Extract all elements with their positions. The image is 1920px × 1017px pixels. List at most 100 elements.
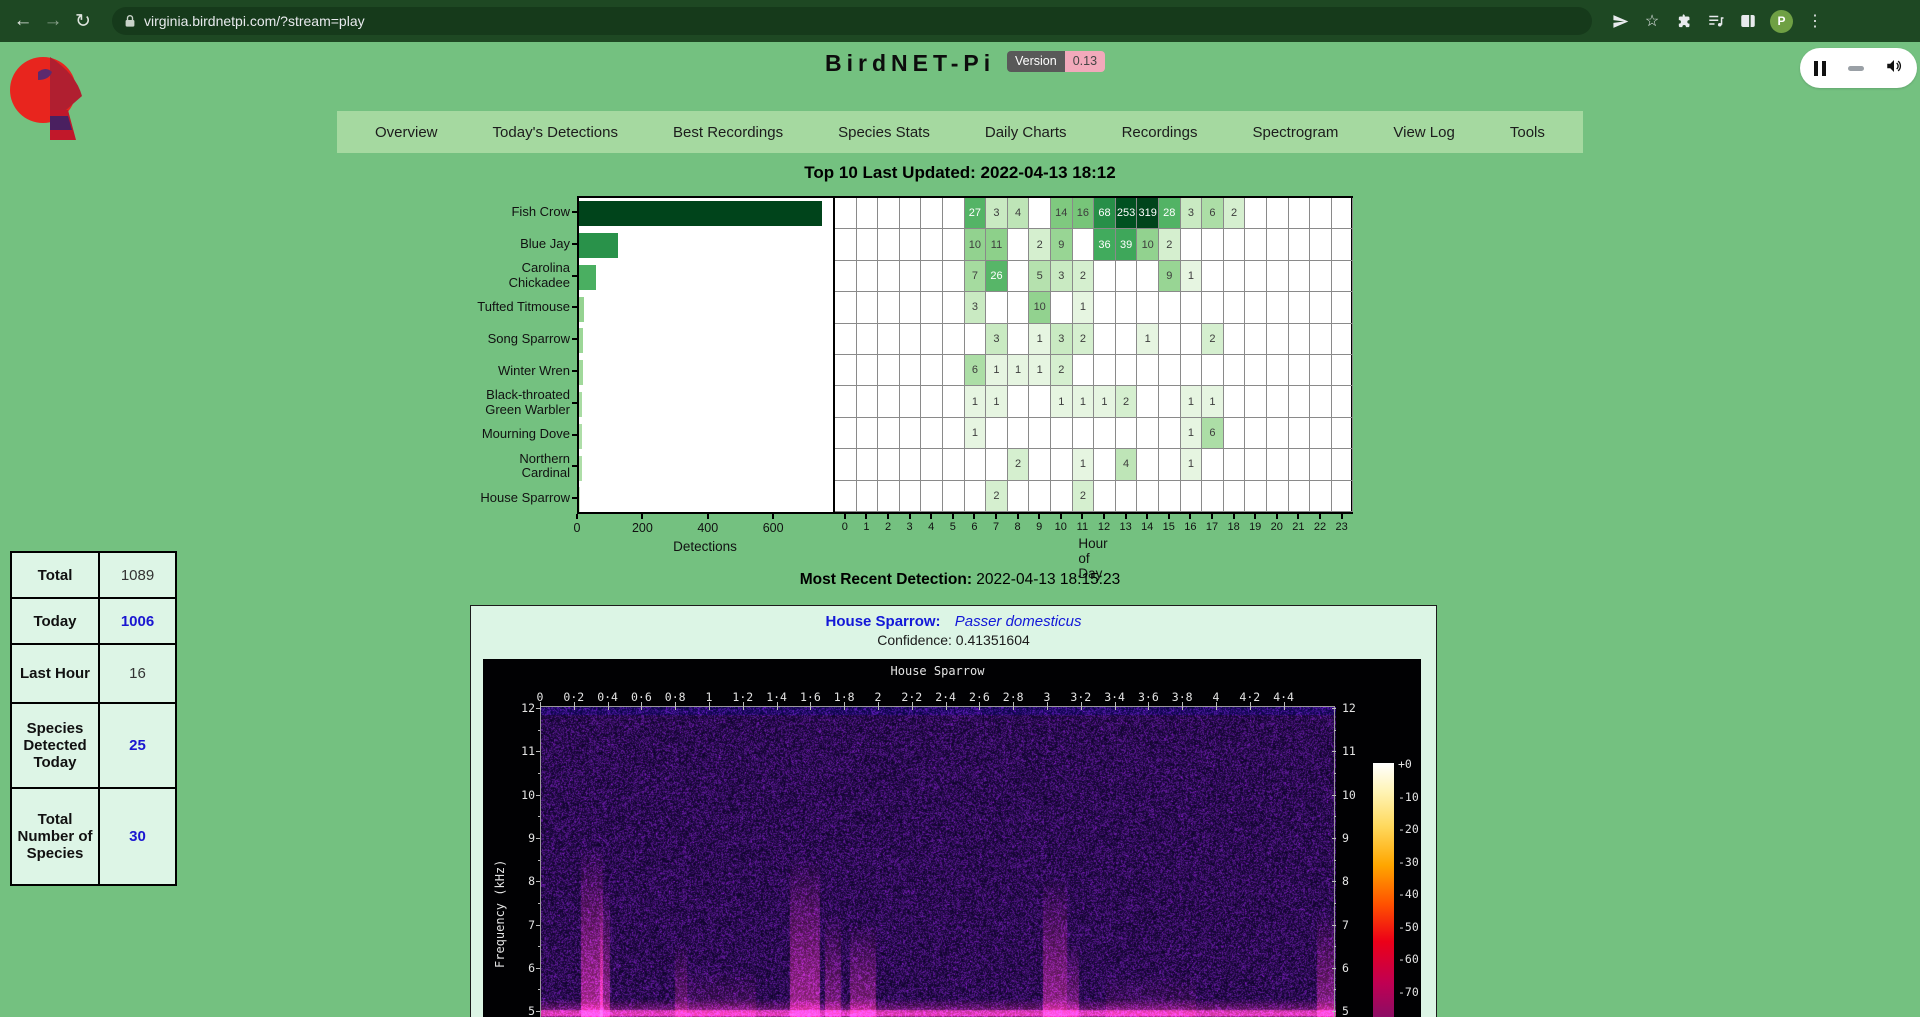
seek-slider[interactable] xyxy=(1848,66,1864,71)
heatmap-cell xyxy=(921,229,943,260)
heatmap-cell xyxy=(835,449,857,480)
heatmap-cell xyxy=(835,324,857,355)
stats-value-link[interactable]: 30 xyxy=(99,788,176,885)
spectrogram-freq-ticklabel-right: 5 xyxy=(1342,1004,1349,1017)
spectrogram-freq-tick xyxy=(536,968,540,969)
heatmap-cell xyxy=(965,481,987,512)
heatmap-cell: 3 xyxy=(986,324,1008,355)
spectrogram-freq-minortick xyxy=(1334,773,1336,774)
nav-item-recordings[interactable]: Recordings xyxy=(1122,124,1198,141)
spectrogram-time-tick xyxy=(743,702,744,710)
bar-axis-ticklabel: 200 xyxy=(632,521,653,535)
speaker-icon[interactable] xyxy=(1885,57,1903,80)
heatmap-cell: 39 xyxy=(1116,229,1138,260)
spectrogram-freq-tick xyxy=(1332,968,1336,969)
spectrogram-time-tick xyxy=(1284,702,1285,710)
heatmap-cell xyxy=(1116,481,1138,512)
heatmap-cell xyxy=(921,418,943,449)
hour-axis-tick xyxy=(1297,514,1299,519)
heatmap-cell xyxy=(1224,449,1246,480)
version-value: 0.13 xyxy=(1065,51,1105,72)
detection-bar xyxy=(579,201,822,226)
heatmap-cell: 1 xyxy=(1181,449,1203,480)
heatmap-cell: 5 xyxy=(1029,261,1051,292)
heatmap-cell xyxy=(1224,418,1246,449)
detection-bar xyxy=(579,265,596,290)
send-icon[interactable] xyxy=(1610,11,1630,31)
heatmap-cell xyxy=(1224,261,1246,292)
colorbar-ticklabel: -70 xyxy=(1398,985,1419,999)
heatmap-cell xyxy=(1289,292,1311,323)
heatmap-cell: 3 xyxy=(1051,324,1073,355)
stats-value-link[interactable]: 25 xyxy=(99,703,176,788)
bookmark-star-icon[interactable]: ☆ xyxy=(1642,11,1662,31)
stats-label: Last Hour xyxy=(11,644,99,703)
spectrogram-freq-minortick xyxy=(1334,989,1336,990)
nav-item-view-log[interactable]: View Log xyxy=(1393,124,1454,141)
heatmap-cell xyxy=(1332,261,1354,292)
heatmap-cell xyxy=(1332,324,1354,355)
heatmap-cell xyxy=(857,292,879,323)
spectrogram-freq-ticklabel-right: 6 xyxy=(1342,961,1349,975)
bar-axis-title: Detections xyxy=(673,539,737,554)
heatmap-cell xyxy=(1116,292,1138,323)
heatmap-cell xyxy=(1202,481,1224,512)
heatmap-cell xyxy=(943,324,965,355)
heatmap-cell: 2 xyxy=(1202,324,1224,355)
spectrogram-frame xyxy=(540,706,1335,1017)
nav-item-spectrogram[interactable]: Spectrogram xyxy=(1252,124,1338,141)
bar-axis-ticklabel: 600 xyxy=(763,521,784,535)
playlist-icon[interactable] xyxy=(1706,11,1726,31)
spectrogram-freq-minortick xyxy=(538,946,540,947)
back-icon[interactable]: ← xyxy=(8,10,38,32)
stats-value-link[interactable]: 1006 xyxy=(99,598,176,644)
profile-avatar[interactable]: P xyxy=(1770,10,1793,33)
forward-icon[interactable]: → xyxy=(38,10,68,32)
menu-dots-icon[interactable]: ⋮ xyxy=(1805,11,1825,31)
nav-item-daily-charts[interactable]: Daily Charts xyxy=(985,124,1067,141)
heatmap-cell xyxy=(1245,198,1267,229)
spectrogram-time-tick xyxy=(709,702,710,710)
heatmap-cell xyxy=(921,198,943,229)
spectrogram-time-tick xyxy=(1250,702,1251,710)
heatmap-cell xyxy=(1094,324,1116,355)
spectrogram-freq-ticklabel: 12 xyxy=(509,701,535,715)
hour-axis-tick xyxy=(1038,514,1040,519)
nav-item-best-recordings[interactable]: Best Recordings xyxy=(673,124,783,141)
heatmap-cell xyxy=(1116,355,1138,386)
heatmap-cell xyxy=(878,418,900,449)
heatmap-cell xyxy=(1073,355,1095,386)
heatmap-cell: 2 xyxy=(1073,481,1095,512)
heatmap-cell xyxy=(1116,324,1138,355)
hour-axis-ticklabel: 3 xyxy=(907,521,913,533)
nav-item-tools[interactable]: Tools xyxy=(1510,124,1545,141)
heatmap-cell xyxy=(1267,324,1289,355)
spectrogram-time-tick xyxy=(1081,702,1082,710)
species-name-link[interactable]: House Sparrow: xyxy=(826,613,941,630)
nav-item-today-s-detections[interactable]: Today's Detections xyxy=(493,124,618,141)
heatmap-cell xyxy=(1202,355,1224,386)
hour-axis-ticklabel: 6 xyxy=(971,521,977,533)
bar-axis-tick xyxy=(641,514,643,519)
detection-bar xyxy=(579,233,618,258)
pause-icon[interactable] xyxy=(1814,61,1826,76)
species-axis-tick xyxy=(572,402,577,404)
side-panel-icon[interactable] xyxy=(1738,11,1758,31)
hour-axis-ticklabel: 12 xyxy=(1098,521,1110,533)
spectrogram-title: House Sparrow xyxy=(540,664,1335,678)
colorbar-ticklabel: -40 xyxy=(1398,887,1419,901)
reload-icon[interactable]: ↻ xyxy=(68,10,98,33)
species-label: Tufted Titmouse xyxy=(410,300,570,315)
heatmap-cell xyxy=(900,198,922,229)
spectrogram-freq-ticklabel-right: 7 xyxy=(1342,918,1349,932)
audio-player[interactable] xyxy=(1800,48,1917,88)
nav-item-overview[interactable]: Overview xyxy=(375,124,438,141)
url-bar[interactable]: virginia.birdnetpi.com/?stream=play xyxy=(112,7,1592,35)
heatmap-cell xyxy=(1267,481,1289,512)
detection-bar xyxy=(579,328,583,353)
extensions-icon[interactable] xyxy=(1674,11,1694,31)
nav-item-species-stats[interactable]: Species Stats xyxy=(838,124,930,141)
heatmap-cell xyxy=(1029,449,1051,480)
heatmap-cell: 1 xyxy=(1029,355,1051,386)
heatmap-cell xyxy=(943,292,965,323)
